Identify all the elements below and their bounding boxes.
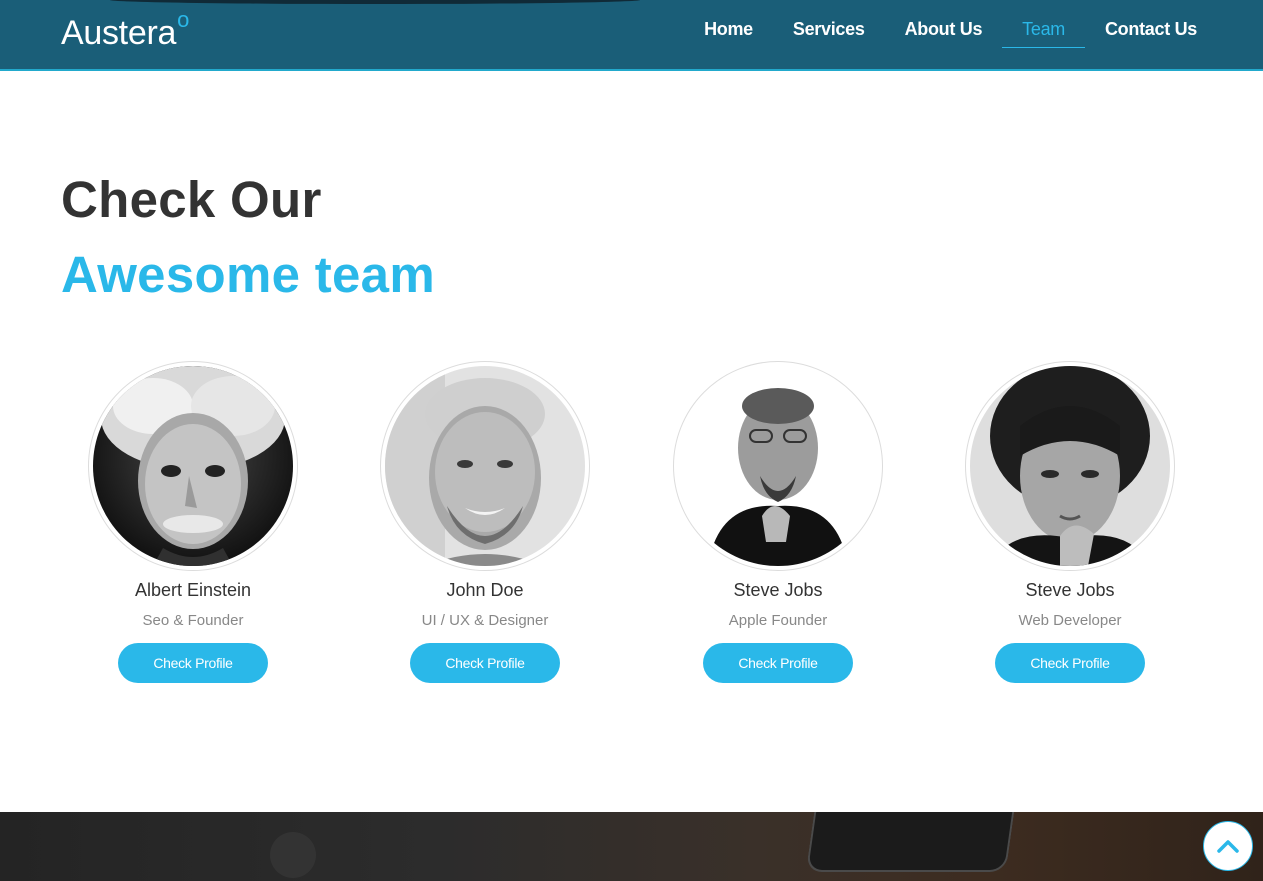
check-profile-button[interactable]: Check Profile xyxy=(703,643,853,683)
section-title-line2: Awesome team xyxy=(61,246,435,303)
nav-item-team[interactable]: Team xyxy=(1002,0,1085,69)
member-photo xyxy=(385,366,585,566)
member-name: Steve Jobs xyxy=(1025,580,1115,600)
member-photo xyxy=(678,366,878,566)
member-name: Albert Einstein xyxy=(134,580,252,600)
team-card: Steve Jobs Web Developer Check Profile xyxy=(945,361,1195,683)
site-header: Austerao Home Services About Us Team Con… xyxy=(0,0,1263,71)
brand-name: Austera xyxy=(61,14,177,52)
background-object xyxy=(270,832,316,878)
member-avatar xyxy=(380,361,590,571)
header-shadow xyxy=(110,0,640,4)
brand-mark: o xyxy=(177,7,190,32)
check-profile-button[interactable]: Check Profile xyxy=(995,643,1145,683)
member-photo xyxy=(970,366,1170,566)
member-avatar xyxy=(965,361,1175,571)
brand-logo[interactable]: Austerao xyxy=(61,7,189,53)
chevron-up-icon xyxy=(1217,840,1239,853)
member-role: Seo & Founder xyxy=(142,612,244,629)
nav-item-about-us[interactable]: About Us xyxy=(885,0,1003,69)
scroll-to-top-button[interactable] xyxy=(1203,821,1253,871)
member-avatar xyxy=(673,361,883,571)
member-role: Web Developer xyxy=(1018,612,1122,629)
member-role: UI / UX & Designer xyxy=(421,612,549,629)
check-profile-button[interactable]: Check Profile xyxy=(410,643,560,683)
next-section-background xyxy=(0,812,1263,881)
nav-item-home[interactable]: Home xyxy=(684,0,773,69)
section-title-line1: Check Our xyxy=(61,171,322,228)
check-profile-button[interactable]: Check Profile xyxy=(118,643,268,683)
member-name: John Doe xyxy=(446,580,524,600)
team-list: Albert Einstein Seo & Founder Check Prof… xyxy=(0,361,1263,691)
nav-item-contact-us[interactable]: Contact Us xyxy=(1085,0,1217,69)
member-photo xyxy=(93,366,293,566)
member-avatar xyxy=(88,361,298,571)
team-card: Albert Einstein Seo & Founder Check Prof… xyxy=(68,361,318,683)
team-card: John Doe UI / UX & Designer Check Profil… xyxy=(360,361,610,683)
team-card: Steve Jobs Apple Founder Check Profile xyxy=(653,361,903,683)
nav-item-services[interactable]: Services xyxy=(773,0,885,69)
background-phone xyxy=(805,812,1015,872)
member-role: Apple Founder xyxy=(728,612,828,629)
main-nav: Home Services About Us Team Contact Us xyxy=(684,0,1217,69)
member-name: Steve Jobs xyxy=(733,580,823,600)
page: Austerao Home Services About Us Team Con… xyxy=(0,0,1263,881)
